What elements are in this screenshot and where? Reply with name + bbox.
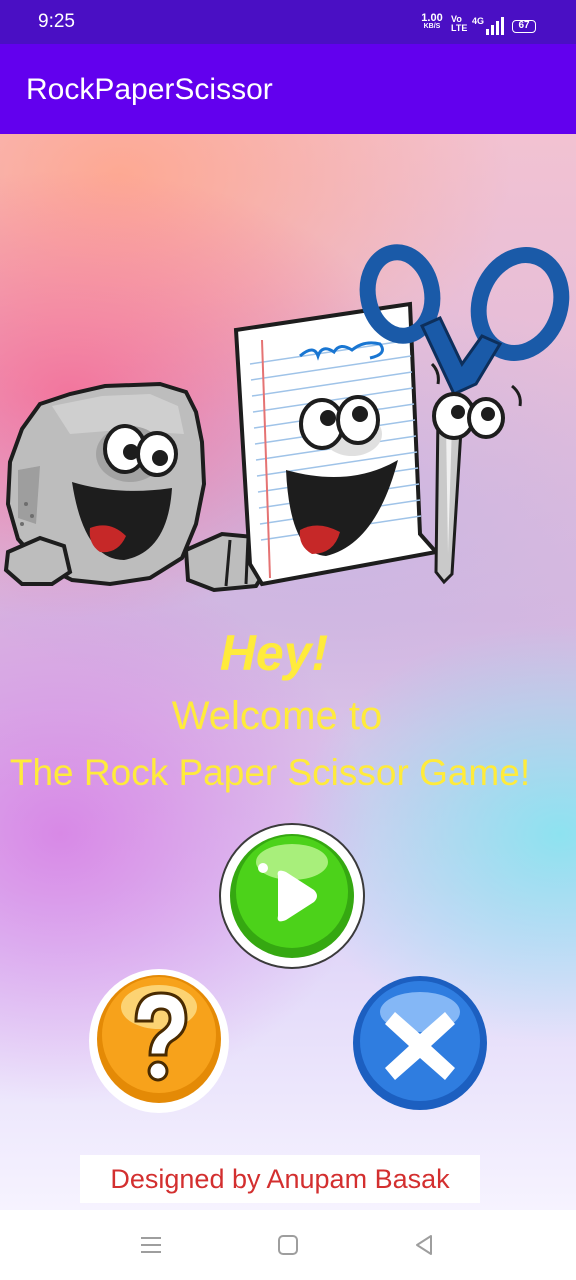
play-icon xyxy=(219,823,365,969)
network-speed: 1.00 KB/S xyxy=(414,13,450,31)
help-button[interactable] xyxy=(86,963,232,1115)
close-icon xyxy=(353,976,487,1110)
designer-credit: Designed by Anupam Basak xyxy=(80,1155,480,1203)
lte-label: LTE xyxy=(451,23,468,33)
app-title: RockPaperScissor xyxy=(26,73,273,106)
navigation-bar xyxy=(0,1210,576,1280)
signal-icon xyxy=(486,17,504,35)
game-title-text: The Rock Paper Scissor Game! xyxy=(9,752,531,793)
play-button[interactable] xyxy=(218,822,366,970)
screen: 9:25 1.00 KB/S Vo LTE 4G 67 RockPaperSci… xyxy=(0,0,576,1280)
app-bar: RockPaperScissor xyxy=(0,44,576,134)
main-content: Hey! Welcome to The Rock Paper Scissor G… xyxy=(0,134,576,1210)
status-time: 9:25 xyxy=(38,11,75,32)
paper-character-icon xyxy=(233,301,440,587)
battery-level: 67 xyxy=(518,20,530,31)
hey-heading: Hey! xyxy=(219,625,329,681)
battery-icon: 67 xyxy=(512,20,536,33)
question-icon xyxy=(89,969,229,1113)
welcome-text: Welcome to xyxy=(171,694,383,738)
volte-indicator: Vo LTE xyxy=(451,15,467,33)
mascot-illustration xyxy=(3,244,570,593)
network-speed-unit: KB/S xyxy=(423,23,441,30)
exit-button[interactable] xyxy=(351,974,489,1112)
network-type: 4G xyxy=(472,16,485,26)
home-icon[interactable] xyxy=(275,1232,301,1258)
status-bar: 9:25 1.00 KB/S Vo LTE 4G 67 xyxy=(0,0,576,44)
rock-character-icon xyxy=(3,381,273,593)
menu-icon[interactable] xyxy=(138,1232,164,1258)
back-icon[interactable] xyxy=(411,1232,437,1258)
